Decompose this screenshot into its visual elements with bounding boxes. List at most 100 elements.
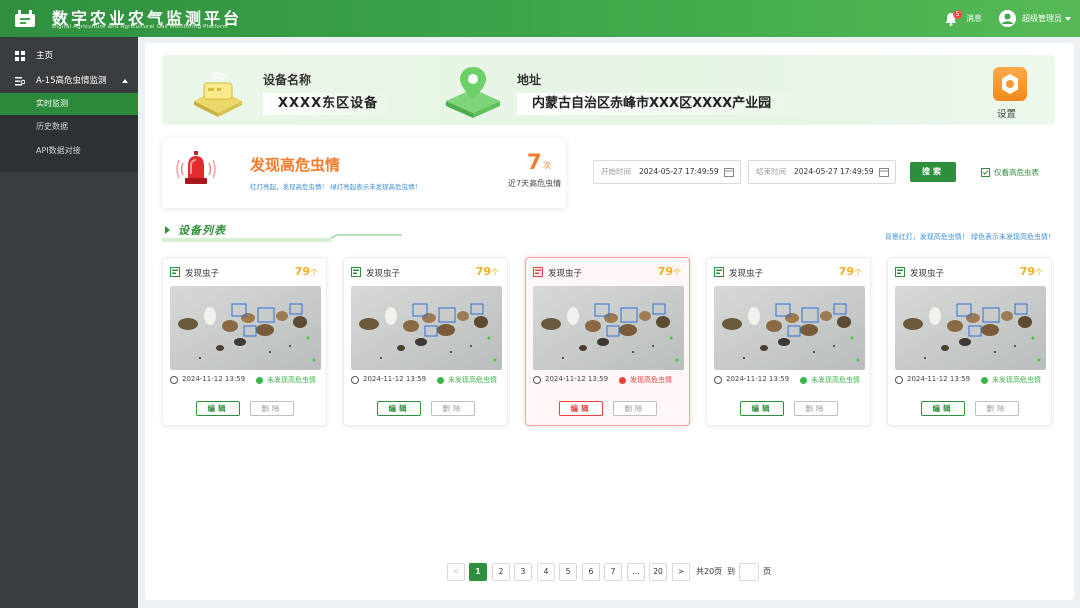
goto-label: 到 <box>727 567 735 576</box>
clock-icon <box>714 376 722 384</box>
platform-logo-icon <box>15 10 35 27</box>
insect-trap-photo[interactable] <box>533 286 684 370</box>
edit-button[interactable]: 编辑 <box>740 401 784 416</box>
status-dot <box>619 377 626 384</box>
alert-title: 发现高危虫情 <box>250 156 341 174</box>
edit-button[interactable]: 编辑 <box>921 401 965 416</box>
device-card-title: 发现虫子 <box>548 269 583 279</box>
device-card[interactable]: 发现虫子 79个 2024-11-12 13:59 未发现高危虫情编辑 删除 <box>706 257 871 426</box>
status-text: 未发现高危虫情 <box>811 376 860 384</box>
status-dot <box>256 377 263 384</box>
goto-page-input[interactable] <box>739 563 759 581</box>
capture-time: 2024-11-12 13:59 <box>907 375 971 383</box>
main-panel: 设备名称 XXXX东区设备 地址 内蒙古自治区赤峰市XXX区XXXX产业园 设置 <box>145 43 1074 600</box>
end-time-input[interactable]: 结束时间 2024-05-27 17:49:59 <box>748 160 896 184</box>
insect-trap-photo[interactable] <box>895 286 1046 370</box>
insect-trap-photo[interactable] <box>714 286 865 370</box>
list-settings-icon <box>15 77 25 86</box>
clock-icon <box>170 376 178 384</box>
sidebar-item-realtime[interactable]: 实时监测 <box>0 93 138 115</box>
page-number-button[interactable]: 5 <box>559 563 577 581</box>
prev-page-button[interactable]: < <box>447 563 465 581</box>
settings-button[interactable] <box>993 67 1027 101</box>
sidebar-item-api[interactable]: API数据对接 <box>0 140 138 162</box>
app-subtitle: Digital Agriculture and Agricultural Gas… <box>52 24 228 30</box>
insect-count: 79个 <box>294 265 318 278</box>
insect-count: 79个 <box>838 265 862 278</box>
section-marker-icon <box>165 226 170 234</box>
page-number-button[interactable]: 20 <box>649 563 667 581</box>
next-page-button[interactable]: > <box>672 563 690 581</box>
gear-icon <box>1002 74 1018 94</box>
edit-button[interactable]: 编辑 <box>559 401 603 416</box>
clock-icon <box>351 376 359 384</box>
insect-trap-photo[interactable] <box>351 286 502 370</box>
status-text: 未发现高危虫情 <box>448 376 497 384</box>
status-dot <box>800 377 807 384</box>
page-number-button[interactable]: 6 <box>582 563 600 581</box>
capture-time: 2024-11-12 13:59 <box>726 375 790 383</box>
status-dot <box>437 377 444 384</box>
search-button[interactable]: 搜索 <box>910 162 956 182</box>
location-pin-icon <box>446 67 500 118</box>
user-dropdown-caret-icon[interactable] <box>1065 17 1071 21</box>
capture-time: 2024-11-12 13:59 <box>363 375 427 383</box>
device-card-icon <box>170 267 180 277</box>
delete-button[interactable]: 删除 <box>250 401 294 416</box>
status-text: 发现高危虫情 <box>630 376 672 384</box>
device-list-title: 设备列表 <box>178 224 226 237</box>
settings-label[interactable]: 设置 <box>997 106 1016 120</box>
insect-trap-photo[interactable] <box>170 286 321 370</box>
only-high-risk-checkbox[interactable] <box>981 168 990 177</box>
delete-button[interactable]: 删除 <box>613 401 657 416</box>
device-name-value: XXXX东区设备 <box>263 93 393 115</box>
alert-count-label: 近7天高危虫情 <box>508 179 562 188</box>
edit-button[interactable]: 编辑 <box>196 401 240 416</box>
device-card-title: 发现虫子 <box>910 269 945 279</box>
device-list-legend: 背景红灯，发现高危虫情！ 绿色表示未发现高危虫情！ <box>884 233 1055 241</box>
device-info-banner: 设备名称 XXXX东区设备 地址 内蒙古自治区赤峰市XXX区XXXX产业园 设置 <box>162 55 1055 125</box>
only-high-risk-label[interactable]: 仅看高危虫表 <box>994 167 1039 178</box>
status-dot <box>981 377 988 384</box>
chevron-up-icon <box>122 79 128 83</box>
total-pages: 共20页 <box>696 567 723 576</box>
capture-time: 2024-11-12 13:59 <box>182 375 246 383</box>
device-card-icon <box>351 267 361 277</box>
user-avatar-icon[interactable] <box>999 10 1016 27</box>
user-name[interactable]: 超级管理员 <box>1022 13 1062 24</box>
page-ellipsis[interactable]: ... <box>627 563 645 581</box>
page-number-button[interactable]: 1 <box>469 563 487 581</box>
page-number-button[interactable]: 3 <box>514 563 532 581</box>
sidebar-item-history[interactable]: 历史数据 <box>0 116 138 138</box>
device-card[interactable]: 发现虫子 79个 2024-11-12 13:59 未发现高危虫情 编辑 删除 <box>343 257 508 426</box>
page-number-button[interactable]: 7 <box>604 563 622 581</box>
start-time-input[interactable]: 开始时间 2024-05-27 17:49:59 <box>593 160 741 184</box>
device-card[interactable]: 发现虫子 79个 2024-11-12 13:59 未发现高危虫情 编辑 删除 <box>162 257 327 426</box>
filter-bar: 开始时间 2024-05-27 17:49:59 结束时间 2024-05-27… <box>577 144 1055 202</box>
clock-icon <box>533 376 541 384</box>
page-number-button[interactable]: 2 <box>492 563 510 581</box>
sidebar-item-pest-monitoring[interactable]: A-15高危虫情监测 <box>0 70 138 92</box>
page-number-button[interactable]: 4 <box>537 563 555 581</box>
delete-button[interactable]: 删除 <box>975 401 1019 416</box>
top-header: 数字农业农气监测平台 Digital Agriculture and Agric… <box>0 0 1080 37</box>
device-card-title: 发现虫子 <box>729 269 764 279</box>
edit-button[interactable]: 编辑 <box>377 401 421 416</box>
delete-button[interactable]: 删除 <box>431 401 475 416</box>
insect-count: 79个 <box>475 265 499 278</box>
address-value: 内蒙古自治区赤峰市XXX区XXXX产业园 <box>517 93 817 115</box>
device-card[interactable]: 发现虫子 79个 2024-11-12 13:59 发现高危虫情 编辑 删除 <box>525 257 690 426</box>
insect-count: 79个 <box>1019 265 1043 278</box>
siren-icon <box>176 151 216 184</box>
address-label: 地址 <box>517 73 542 87</box>
messages-badge: 5 <box>953 10 962 19</box>
messages-link[interactable]: 消息 <box>966 13 982 24</box>
device-card[interactable]: 发现虫子 79个 2024-11-12 13:59 未发现高危虫情 编辑 删除 <box>887 257 1052 426</box>
device-name-label: 设备名称 <box>263 73 312 87</box>
device-router-icon <box>194 72 242 117</box>
delete-button[interactable]: 删除 <box>794 401 838 416</box>
sidebar-item-label: 主页 <box>36 51 54 61</box>
device-card-icon <box>714 267 724 277</box>
sidebar-item-home[interactable]: 主页 <box>0 45 138 67</box>
device-list-header: 设备列表 背景红灯，发现高危虫情！ 绿色表示未发现高危虫情！ <box>162 220 1055 244</box>
